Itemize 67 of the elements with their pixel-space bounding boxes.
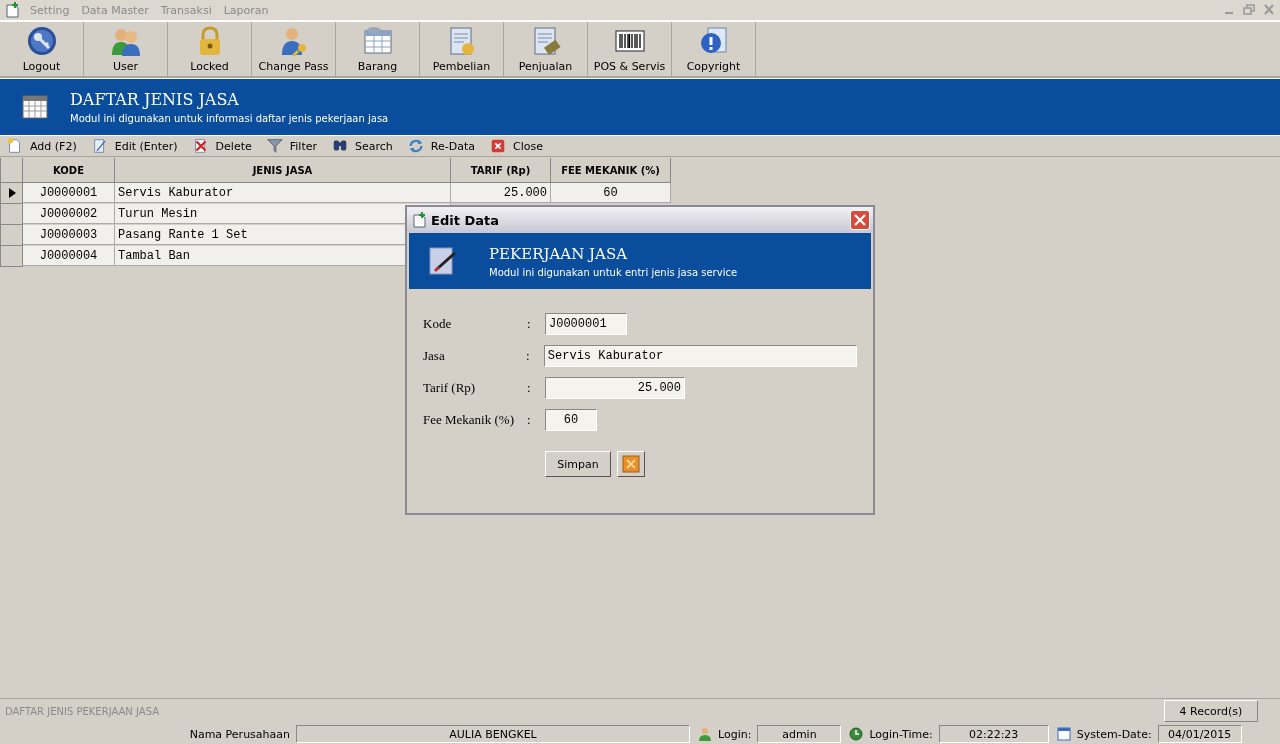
notebook-pen-icon (427, 245, 459, 277)
input-field[interactable]: 25.000 (545, 377, 685, 399)
action-button[interactable]: Delete (191, 137, 252, 155)
toolbar-button[interactable]: User (84, 22, 168, 76)
toolbar-button[interactable]: Pembelian (420, 22, 504, 76)
dialog-header-title: PEKERJAAN JASA (489, 244, 629, 263)
table-cell: J0000002 (23, 204, 115, 224)
action-button[interactable]: Search (331, 137, 393, 155)
calendar-icon (22, 94, 48, 120)
company-name: AULIA BENGKEL (296, 725, 690, 743)
toolbar-button[interactable]: Penjualan (504, 22, 588, 76)
action-button[interactable]: Filter (265, 137, 317, 155)
toolbar-button[interactable]: POS & Servis (588, 22, 672, 76)
close-button[interactable] (850, 210, 870, 230)
table-cell: Servis Kaburator (115, 183, 451, 203)
system-date-value: 04/01/2015 (1157, 725, 1242, 743)
action-button[interactable]: Edit (Enter) (90, 137, 178, 155)
toolbar-button[interactable]: Logout (0, 22, 84, 76)
login-time-label: Login-Time: (868, 727, 934, 741)
toolbar-button[interactable]: Copyright (672, 22, 756, 76)
current-row-icon (7, 188, 16, 198)
table-cell: 60 (551, 183, 671, 203)
login-label: Login: (717, 727, 753, 741)
toolbar-button[interactable]: Barang (336, 22, 420, 76)
column-header[interactable]: JENIS JASA (115, 158, 451, 183)
login-time-value: 02:22:23 (938, 725, 1049, 743)
action-button[interactable]: Add (F2) (6, 137, 77, 155)
status-caption: DAFTAR JENIS PEKERJAAN JASA (4, 705, 161, 717)
restore-icon[interactable] (1242, 3, 1256, 16)
column-header[interactable]: FEE MEKANIK (%) (551, 158, 671, 183)
system-date-label: System-Date: (1075, 727, 1153, 741)
colon-text: : (527, 412, 532, 428)
field-label: Fee Mekanik (%) (423, 412, 515, 428)
module-subtitle: Modul ini digunakan untuk informasi daftar jenis pekerjaan jasa (70, 113, 389, 124)
input-field[interactable]: 60 (545, 409, 597, 431)
login-value: admin (757, 725, 842, 743)
input-field[interactable]: Servis Kaburator (543, 345, 857, 367)
column-header[interactable]: TARIF (Rp) (451, 158, 551, 183)
cancel-button[interactable] (617, 451, 645, 477)
document-icon (413, 212, 427, 228)
table-cell: 25.000 (451, 183, 551, 203)
company-label: Nama Perusahaan (188, 727, 291, 741)
save-button[interactable]: Simpan (545, 451, 611, 477)
user-icon (698, 727, 712, 741)
clock-icon (849, 727, 864, 741)
colon-text: : (526, 348, 531, 364)
toolbar-button[interactable]: Locked (168, 22, 252, 76)
table-cell: J0000001 (23, 183, 115, 203)
action-button[interactable]: Close (488, 137, 543, 155)
input-field[interactable]: J0000001 (545, 313, 627, 335)
action-button[interactable]: Re-Data (406, 137, 475, 155)
field-label: Tarif (Rp) (423, 380, 477, 396)
field-label: Kode (423, 316, 453, 332)
key-icon (25, 25, 58, 57)
colon-text: : (527, 380, 532, 396)
table-icon (361, 25, 394, 57)
table-cell: J0000004 (23, 246, 115, 266)
toolbar-button[interactable]: Change Pass (252, 22, 336, 76)
dialog-header-subtitle: Modul ini digunakan untuk entri jenis jasa service (489, 266, 738, 278)
table-cell: J0000003 (23, 225, 115, 245)
colon-text: : (527, 316, 532, 332)
column-header[interactable]: KODE (23, 158, 115, 183)
record-count-button[interactable]: 4 Record(s) (1164, 700, 1258, 722)
close-icon[interactable] (1262, 3, 1276, 16)
module-title: DAFTAR JENIS JASA (70, 90, 240, 109)
calendar-icon (1056, 727, 1071, 741)
field-label: Jasa (423, 348, 446, 364)
